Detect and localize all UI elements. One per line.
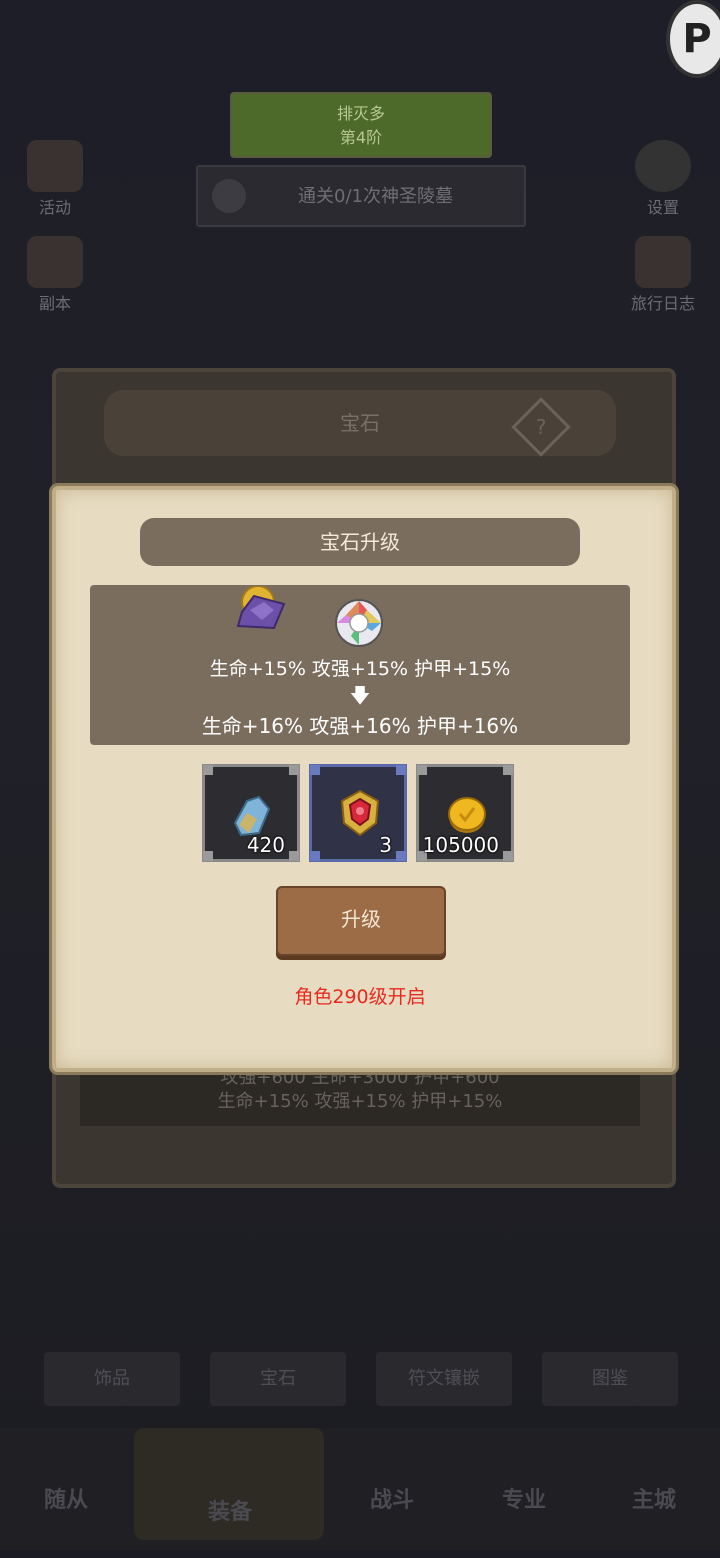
crystal-count: 420 — [246, 833, 285, 857]
stats-line-2: 生命+15% 攻强+15% 护甲+15% — [217, 1091, 503, 1112]
dungeon-icon — [27, 236, 83, 288]
gold-coin-icon — [448, 797, 486, 833]
round-gem-icon — [334, 598, 384, 648]
ruby-emblem-icon — [340, 789, 380, 837]
tab-rune[interactable]: 符文镶嵌 — [376, 1352, 512, 1406]
quest-icon — [212, 179, 246, 213]
book-icon — [635, 236, 691, 288]
nav-battle[interactable]: 战斗 — [332, 1456, 452, 1546]
gear-icon — [635, 140, 691, 192]
activity-icon — [27, 140, 83, 192]
travel-log-label: 旅行日志 — [630, 294, 695, 313]
settings-button[interactable]: 设置 — [618, 140, 708, 220]
quest-banner[interactable]: 排灭多 第4阶 — [230, 92, 492, 158]
travel-log-button[interactable]: 旅行日志 — [618, 236, 708, 316]
gem-fragment-icon — [234, 585, 290, 636]
activity-button[interactable]: 活动 — [10, 140, 100, 220]
upgrade-button[interactable]: 升级 — [276, 886, 446, 956]
tab-accessory[interactable]: 饰品 — [44, 1352, 180, 1406]
settings-label: 设置 — [646, 198, 679, 217]
bottom-navbar: 随从 装备 战斗 专业 主城 — [0, 1428, 720, 1550]
dungeon-label: 副本 — [38, 294, 71, 313]
nav-main-city[interactable]: 主城 — [594, 1456, 714, 1546]
material-slot-crystal[interactable]: 420 — [202, 764, 300, 862]
activity-label: 活动 — [38, 198, 71, 217]
app-logo-icon: P — [666, 0, 720, 78]
dungeon-button[interactable]: 副本 — [10, 236, 100, 316]
current-bonus: 生命+15% 攻强+15% 护甲+15% — [209, 658, 511, 680]
tab-codex[interactable]: 图鉴 — [542, 1352, 678, 1406]
dialog-title: 宝石升级 — [140, 518, 580, 566]
material-slot-gold[interactable]: 105000 — [416, 764, 514, 862]
sub-tabs: 饰品 宝石 符文镶嵌 图鉴 — [40, 1352, 680, 1408]
help-icon: ? — [535, 415, 547, 439]
quest-progress-bar[interactable]: 通关0/1次神圣陵墓 — [196, 165, 526, 227]
nav-equipment[interactable]: 装备 — [170, 1468, 290, 1558]
next-bonus: 生命+16% 攻强+16% 护甲+16% — [201, 714, 519, 738]
tab-gem[interactable]: 宝石 — [210, 1352, 346, 1406]
quest-title: 排灭多 — [336, 104, 385, 123]
quest-subtitle: 第4阶 — [339, 128, 383, 147]
material-slot-emblem[interactable]: 3 — [309, 764, 407, 862]
quest-progress-text: 通关0/1次神圣陵墓 — [298, 186, 453, 207]
nav-profession[interactable]: 专业 — [464, 1456, 584, 1546]
unlock-hint: 角色290级开启 — [294, 986, 426, 1008]
emblem-count: 3 — [379, 833, 392, 857]
gold-count: 105000 — [422, 833, 499, 857]
nav-followers[interactable]: 随从 — [6, 1456, 126, 1546]
arrow-down-icon: 🡇 — [349, 683, 371, 707]
